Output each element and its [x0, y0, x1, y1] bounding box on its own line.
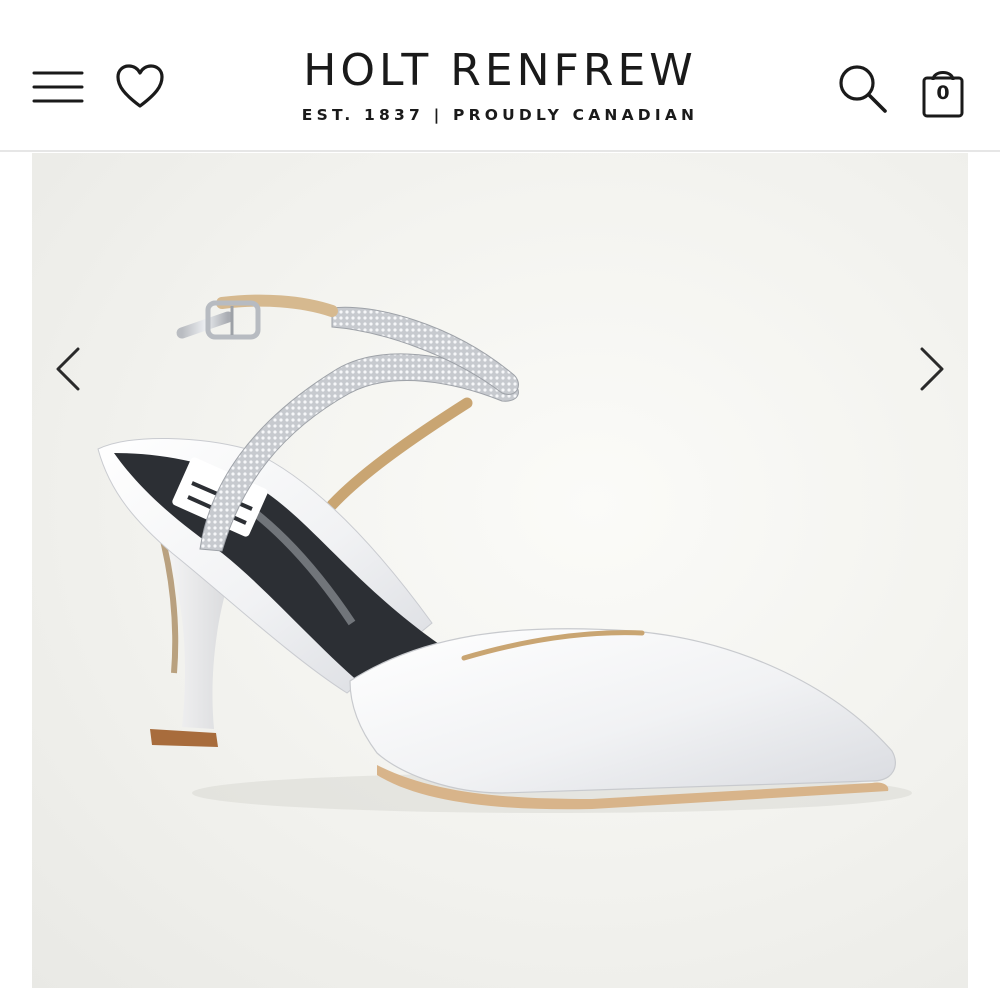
search-button[interactable] [836, 62, 890, 116]
bag-count-badge: 0 [936, 82, 950, 104]
search-icon [839, 65, 887, 113]
brand-tagline: EST. 1837 | PROUDLY CANADIAN [301, 106, 699, 124]
brand-name: HOLT RENFREW [303, 45, 697, 96]
wishlist-button[interactable] [114, 62, 166, 112]
hamburger-menu-icon [32, 71, 84, 103]
heart-icon [116, 64, 164, 108]
brand-logo[interactable]: HOLT RENFREW EST. 1837 | PROUDLY CANADIA… [230, 44, 770, 124]
chevron-left-icon [56, 347, 80, 391]
product-image-gallery[interactable] [32, 153, 968, 988]
chevron-right-icon [920, 347, 944, 391]
product-image [97, 294, 912, 813]
next-image-button[interactable] [912, 339, 952, 399]
previous-image-button[interactable] [48, 339, 88, 399]
menu-button[interactable] [32, 68, 84, 106]
shopping-bag-button[interactable]: 0 [918, 64, 968, 120]
site-header: HOLT RENFREW EST. 1837 | PROUDLY CANADIA… [0, 0, 1000, 152]
